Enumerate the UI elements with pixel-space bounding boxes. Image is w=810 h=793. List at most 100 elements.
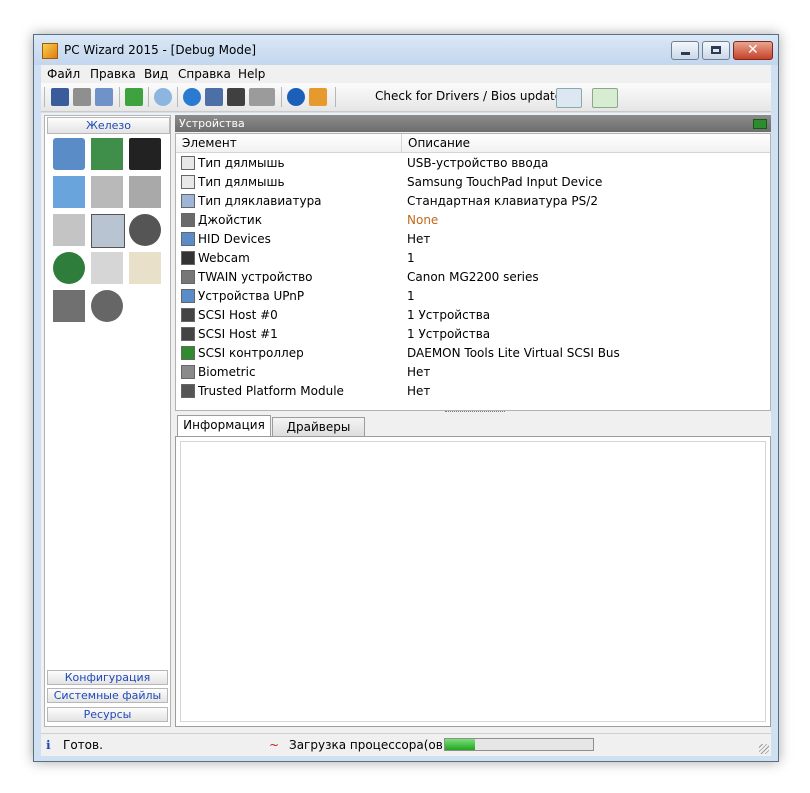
scanner-icon [181,270,195,284]
monitor-icon[interactable] [53,176,85,208]
processor-icon[interactable] [129,138,161,170]
info-text-area[interactable] [180,441,766,722]
globe-icon[interactable] [183,88,201,106]
table-row[interactable]: Устройства UPnP 1 [176,287,770,306]
menu-view[interactable]: Вид [144,67,168,81]
controller-icon [181,346,195,360]
table-row[interactable]: Biometric Нет [176,363,770,382]
menu-file[interactable]: Файл [47,67,80,81]
table-row[interactable]: Джойстик None [176,211,770,230]
printer-icon[interactable] [53,214,85,246]
cell-description: 1 [407,289,415,303]
help-icon[interactable] [287,88,305,106]
save-icon[interactable] [51,88,69,106]
title-bar[interactable]: PC Wizard 2015 - [Debug Mode] ✕ [34,35,778,65]
table-row[interactable]: Тип дялмышь Samsung TouchPad Input Device [176,173,770,192]
speedometer-icon[interactable] [91,290,123,322]
sound-icon[interactable] [129,214,161,246]
devices-title: Устройства [179,117,245,130]
cell-description: Нет [407,384,431,398]
tab-strip: Информация Драйверы [175,415,771,437]
table-row[interactable]: Webcam 1 [176,249,770,268]
cell-element: Джойстик [198,213,262,227]
cell-description: Нет [407,365,431,379]
drivers-search-icon[interactable] [556,88,582,108]
memory-icon[interactable] [227,88,245,106]
cell-description: None [407,213,439,227]
category-resources[interactable]: Ресурсы [47,707,168,722]
app-icon [42,43,58,59]
menu-help[interactable]: Help [238,67,265,81]
column-description[interactable]: Описание [402,134,770,153]
cell-element: TWAIN устройство [198,270,313,284]
table-row[interactable]: Тип дляклавиатура Стандартная клавиатура … [176,192,770,211]
devices-table: Элемент Описание Тип дялмышь USB-устройст… [175,133,771,411]
mouse-icon [181,156,195,170]
cell-element: Тип дляклавиатура [198,194,322,208]
app-window: PC Wizard 2015 - [Debug Mode] ✕ Файл Пра… [33,34,779,762]
heartbeat-icon: ~ [269,738,280,752]
computer-icon[interactable] [53,138,85,170]
cpu-load-label: Загрузка процессора(ов) : 2 [289,738,467,752]
resize-grip[interactable] [759,744,769,754]
menu-help-ru[interactable]: Справка [178,67,231,81]
hid-icon [181,232,195,246]
scsi-icon [181,327,195,341]
table-row[interactable]: Тип дялмышь USB-устройство ввода [176,154,770,173]
search-icon[interactable] [154,88,172,106]
category-configuration[interactable]: Конфигурация [47,670,168,685]
print-icon[interactable] [73,88,91,106]
table-row[interactable]: SCSI Host #0 1 Устройства [176,306,770,325]
maximize-button[interactable] [702,41,730,60]
table-row[interactable]: SCSI контроллер DAEMON Tools Lite Virtual… [176,344,770,363]
category-hardware-header[interactable]: Железо [47,117,170,134]
copy-icon[interactable] [95,88,113,106]
devices-header: Устройства [175,115,771,132]
column-element[interactable]: Элемент [176,134,402,153]
cell-element: Устройства UPnP [198,289,305,303]
biometric-icon [181,365,195,379]
category-panel: Железо Конфигурация Системные файлы Ресу… [44,115,171,727]
drive-icon[interactable] [129,176,161,208]
usb-icon[interactable] [91,176,123,208]
status-ready: Готов. [63,738,103,752]
cell-description: Samsung TouchPad Input Device [407,175,603,189]
check-drivers-label[interactable]: Check for Drivers / Bios updates [375,89,568,103]
close-button[interactable]: ✕ [733,41,773,60]
main-area: Железо Конфигурация Системные файлы Ресу… [41,113,771,733]
refresh-icon[interactable] [125,88,143,106]
toolbar-grip [44,87,45,107]
mouse-icon [181,175,195,189]
bios-search-icon[interactable] [592,88,618,108]
tab-information[interactable]: Информация [177,415,271,437]
power-icon[interactable] [91,252,123,284]
devices-icon[interactable] [91,214,125,248]
menu-edit[interactable]: Правка [90,67,136,81]
maximize-icon [711,46,721,54]
cell-description: Нет [407,232,431,246]
webcam-icon [181,251,195,265]
cell-element: Biometric [198,365,256,379]
table-row[interactable]: TWAIN устройство Canon MG2200 series [176,268,770,287]
minimize-button[interactable] [671,41,699,60]
gauge-icon[interactable] [129,252,161,284]
info-icon: ℹ [46,738,51,752]
cell-element: SCSI Host #0 [198,308,278,322]
upnp-icon [181,289,195,303]
home-icon[interactable] [309,88,327,106]
category-system-files[interactable]: Системные файлы [47,688,168,703]
case-icon[interactable] [53,290,85,322]
motherboard-icon[interactable] [91,138,123,170]
tab-drivers[interactable]: Драйверы [272,417,365,437]
tools-dropdown-icon[interactable] [249,88,275,106]
close-icon: ✕ [747,42,759,58]
table-row[interactable]: HID Devices Нет [176,230,770,249]
table-row[interactable]: Trusted Platform Module Нет [176,382,770,401]
network-icon[interactable] [53,252,85,284]
network-tool-icon[interactable] [205,88,223,106]
minimize-icon [681,52,690,55]
cpu-load-fill [445,739,475,750]
cell-description: Canon MG2200 series [407,270,539,284]
scsi-icon [181,308,195,322]
table-row[interactable]: SCSI Host #1 1 Устройства [176,325,770,344]
